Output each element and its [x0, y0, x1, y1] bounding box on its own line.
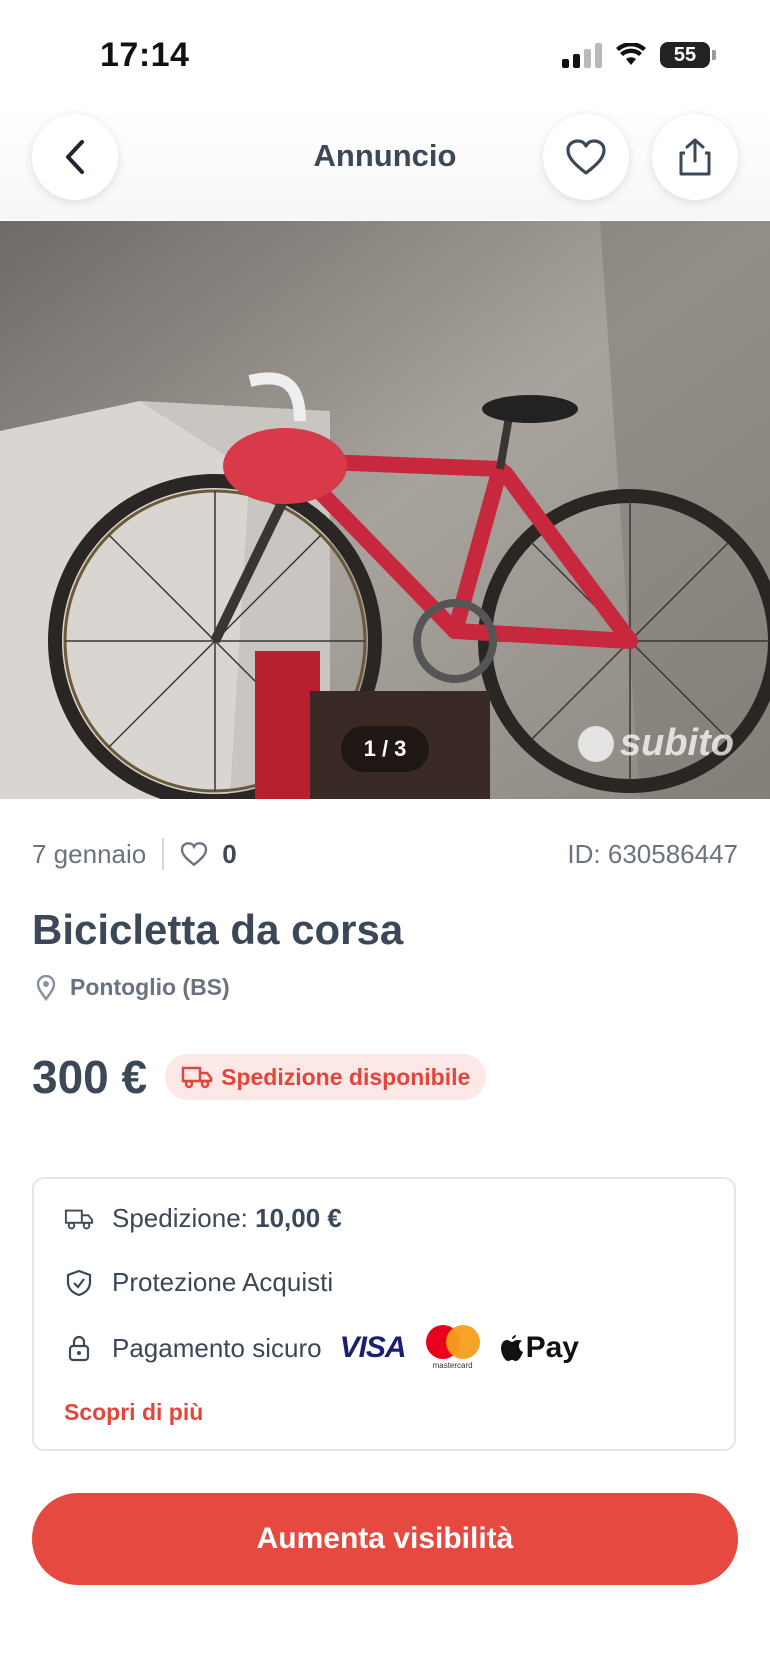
- watermark-text: subito: [620, 722, 734, 764]
- protection-label: Protezione Acquisti: [112, 1267, 334, 1297]
- top-bar: Annuncio: [0, 110, 770, 220]
- apple-pay-logo: Pay: [500, 1331, 579, 1365]
- listing-meta: 7 gennaio 0 ID: 630586447: [32, 834, 738, 874]
- heart-icon: [566, 139, 606, 175]
- shipping-cost: 10,00 €: [255, 1203, 342, 1233]
- listing-id: ID: 630586447: [567, 838, 738, 869]
- status-bar: 17:14 55: [0, 0, 770, 110]
- divider: [162, 838, 165, 870]
- shield-check-icon: [66, 1269, 92, 1296]
- location-text: Pontoglio (BS): [70, 974, 230, 1000]
- status-time: 17:14: [100, 36, 190, 74]
- mastercard-logo: mastercard: [424, 1325, 482, 1371]
- apple-icon: [500, 1335, 523, 1361]
- share-icon: [679, 138, 711, 176]
- truck-icon: [181, 1066, 213, 1089]
- heart-icon: [181, 842, 208, 867]
- battery-icon: 55: [660, 42, 716, 68]
- listing-title: Bicicletta da corsa: [32, 906, 404, 953]
- cellular-signal-icon: [562, 42, 602, 68]
- protection-row: Protezione Acquisti: [64, 1267, 333, 1298]
- photo-counter: 1 / 3: [341, 726, 429, 772]
- listing-location[interactable]: Pontoglio (BS): [36, 974, 230, 1001]
- shipping-badge-label: Spedizione disponibile: [221, 1063, 471, 1090]
- mastercard-label: mastercard: [432, 1361, 473, 1370]
- price: 300 €: [32, 1051, 148, 1103]
- price-row: 300 € Spedizione disponibile: [32, 1050, 487, 1104]
- shipping-row: Spedizione: 10,00 €: [64, 1203, 342, 1234]
- purchase-info-box: Spedizione: 10,00 € Protezione Acquisti …: [32, 1177, 736, 1451]
- subito-logo-icon: [578, 725, 614, 762]
- visa-logo: VISA: [339, 1331, 407, 1364]
- likes-count: 0: [222, 838, 237, 869]
- share-button[interactable]: [652, 114, 738, 200]
- location-pin-icon: [36, 974, 56, 1001]
- listing-photo[interactable]: [0, 221, 770, 799]
- discover-more-link[interactable]: Scopri di più: [64, 1399, 203, 1426]
- status-icons: 55: [562, 42, 716, 68]
- payment-label: Pagamento sicuro: [112, 1332, 322, 1363]
- shipping-label: Spedizione:: [112, 1203, 248, 1233]
- subito-watermark: subito: [578, 722, 734, 765]
- publish-date: 7 gennaio: [32, 838, 147, 869]
- bicycle-photo: [0, 221, 770, 799]
- shipping-badge: Spedizione disponibile: [165, 1054, 487, 1100]
- boost-visibility-button[interactable]: Aumenta visibilità: [32, 1493, 738, 1585]
- battery-level: 55: [673, 43, 697, 66]
- wifi-icon: [616, 43, 646, 65]
- lock-icon: [68, 1335, 90, 1362]
- favorite-button[interactable]: [543, 114, 629, 200]
- truck-icon: [64, 1209, 94, 1229]
- apple-pay-text: Pay: [525, 1331, 579, 1364]
- payment-row: Pagamento sicuro VISA mastercard Pay: [64, 1325, 579, 1371]
